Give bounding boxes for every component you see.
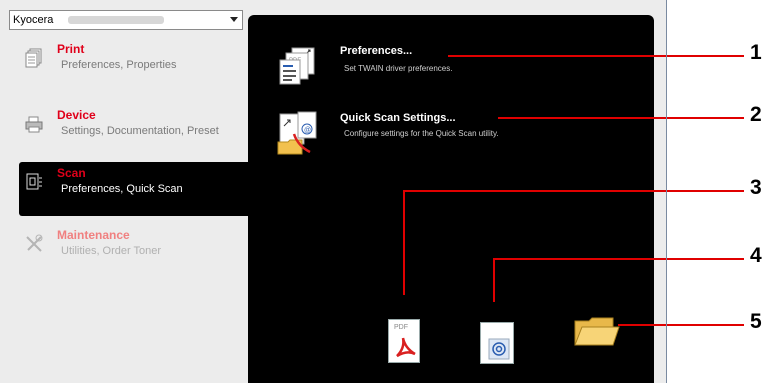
callout-number-1: 1 [750,41,762,64]
sidebar-item-title: Print [57,42,85,56]
scan-content-panel: PDF Preferences... Set TWAIN driver pref… [248,15,654,383]
callout-number-4: 4 [750,244,762,267]
scan-to-folder-icon[interactable] [573,315,621,349]
preferences-icon[interactable]: PDF [278,46,318,86]
callout-line-3-vertical [403,190,405,295]
scan-to-pdf-button[interactable]: PDF [388,319,420,363]
device-icon [25,116,43,133]
scan-to-email-button[interactable] [480,322,514,364]
sidebar-item-title: Scan [57,166,86,180]
sidebar-item-device[interactable]: Device Settings, Documentation, Preset [19,104,248,158]
callout-line-5 [618,324,744,326]
callout-number-3: 3 [750,176,762,199]
scan-icon [26,173,42,190]
sidebar-item-scan[interactable]: Scan Preferences, Quick Scan [19,162,248,216]
callout-line-2 [498,117,744,119]
pdf-label: PDF [394,324,408,331]
scan-to-email-icon [488,338,510,360]
callout-number-2: 2 [750,103,762,126]
scan-to-pdf-icon [396,337,416,358]
callout-line-3 [403,190,744,192]
quick-scan-settings-link[interactable]: Quick Scan Settings... [340,112,456,124]
quick-scan-settings-description: Configure settings for the Quick Scan ut… [344,129,499,138]
sidebar-item-title: Device [57,108,96,122]
sidebar-item-title: Maintenance [57,228,130,242]
preferences-link[interactable]: Preferences... [340,45,412,57]
callout-line-4-vertical [493,258,495,302]
callout-number-5: 5 [750,310,762,333]
preferences-description: Set TWAIN driver preferences. [344,64,453,73]
sidebar-item-maintenance[interactable]: Maintenance Utilities, Order Toner [19,224,248,278]
chevron-down-icon[interactable] [230,17,238,22]
quick-scan-settings-icon[interactable]: @ [276,110,318,156]
model-select[interactable]: Kyocera [9,10,243,30]
redacted-model-name [68,16,165,25]
callout-line-4 [493,258,744,260]
sidebar-item-subtitle: Preferences, Properties [61,59,177,71]
print-icon [25,48,42,68]
callout-line-1 [448,55,744,57]
window-right-border [666,0,667,383]
sidebar-item-subtitle: Utilities, Order Toner [61,245,162,257]
sidebar-item-subtitle: Settings, Documentation, Preset [61,125,219,137]
sidebar-item-print[interactable]: Print Preferences, Properties [19,38,248,92]
sidebar-item-subtitle: Preferences, Quick Scan [61,183,183,195]
maintenance-icon [26,234,43,252]
svg-text:@: @ [304,127,311,134]
model-select-value: Kyocera [13,14,54,26]
kyocera-client-tool-window: Kyocera Print Preferences, Properties De… [0,0,744,383]
